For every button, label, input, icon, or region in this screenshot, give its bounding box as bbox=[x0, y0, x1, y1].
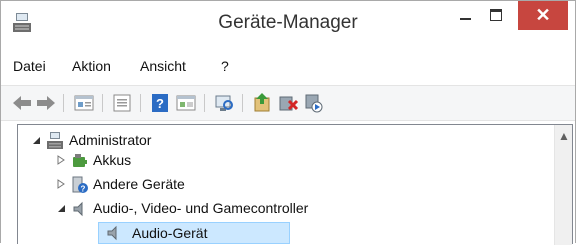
maximize-button[interactable] bbox=[484, 6, 510, 32]
unknown-device-icon: ? bbox=[72, 176, 88, 194]
tree-item-audio-geraet[interactable]: Audio-Gerät bbox=[98, 222, 290, 244]
computer-icon bbox=[47, 132, 63, 149]
device-manager-window: Geräte-Manager ✕ Datei Aktion Ansicht ? bbox=[0, 0, 576, 245]
view-icon[interactable] bbox=[175, 92, 197, 114]
tree-item-andere-geraete[interactable]: ? Andere Geräte bbox=[56, 175, 356, 196]
toolbar-separator bbox=[63, 94, 64, 112]
svg-text:?: ? bbox=[156, 96, 164, 111]
enable-icon[interactable] bbox=[303, 92, 325, 114]
vertical-scrollbar[interactable]: ▲ bbox=[554, 125, 572, 245]
menu-aktion[interactable]: Aktion bbox=[72, 58, 111, 74]
menu-help[interactable]: ? bbox=[221, 58, 229, 74]
scan-icon[interactable] bbox=[213, 92, 235, 114]
tree-item-label: Audio-Gerät bbox=[132, 225, 208, 241]
tree-item-audio-video[interactable]: Audio-, Video- und Gamecontroller bbox=[56, 199, 396, 220]
update-driver-icon[interactable] bbox=[251, 92, 273, 114]
collapsed-arrow-icon[interactable] bbox=[56, 155, 66, 165]
help-icon[interactable]: ? bbox=[149, 92, 171, 114]
back-icon[interactable] bbox=[11, 92, 33, 114]
expanded-arrow-icon[interactable] bbox=[56, 203, 66, 213]
toolbar-separator bbox=[204, 94, 205, 112]
toolbar-separator bbox=[140, 94, 141, 112]
menu-datei[interactable]: Datei bbox=[13, 58, 46, 74]
scroll-up-icon[interactable]: ▲ bbox=[558, 129, 570, 143]
speaker-icon bbox=[73, 201, 83, 217]
tree-item-label: Audio-, Video- und Gamecontroller bbox=[93, 200, 309, 216]
tree-root-row[interactable]: Administrator bbox=[31, 131, 331, 152]
battery-icon bbox=[73, 154, 87, 167]
tree-item-akkus[interactable]: Akkus bbox=[56, 151, 356, 172]
toolbar-separator bbox=[102, 94, 103, 112]
tree-item-label: Andere Geräte bbox=[93, 176, 185, 192]
tree-root-label: Administrator bbox=[69, 132, 152, 148]
expanded-arrow-icon[interactable] bbox=[31, 135, 41, 145]
minimize-button[interactable] bbox=[453, 6, 479, 32]
forward-icon[interactable] bbox=[35, 92, 57, 114]
menu-ansicht[interactable]: Ansicht bbox=[140, 58, 186, 74]
toolbar-separator bbox=[242, 94, 243, 112]
speaker-icon bbox=[107, 225, 117, 241]
svg-text:?: ? bbox=[81, 185, 86, 194]
list-icon[interactable] bbox=[111, 92, 133, 114]
title-bar: Geräte-Manager ✕ bbox=[1, 1, 575, 47]
properties-icon[interactable] bbox=[73, 92, 95, 114]
uninstall-icon[interactable] bbox=[277, 92, 299, 114]
close-button[interactable]: ✕ bbox=[518, 1, 568, 30]
tree-item-label: Akkus bbox=[93, 152, 132, 168]
collapsed-arrow-icon[interactable] bbox=[56, 179, 66, 189]
toolbar: ? bbox=[1, 85, 575, 121]
menu-bar: Datei Aktion Ansicht ? bbox=[1, 56, 575, 80]
